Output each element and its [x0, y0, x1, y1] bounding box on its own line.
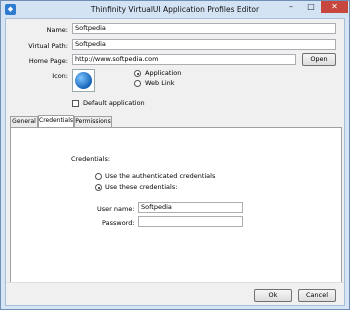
use-these-credentials-label: Use these credentials:: [105, 183, 178, 191]
application-radio-label: Application: [145, 69, 182, 77]
minimize-button[interactable]: –: [281, 1, 301, 13]
use-these-credentials-radio[interactable]: [95, 184, 102, 191]
home-page-label: Home Page:: [28, 57, 68, 65]
close-button[interactable]: ✕: [321, 1, 348, 13]
title-bar[interactable]: ◆ Thinfinity VirtualUI Application Profi…: [1, 1, 349, 18]
profile-icon-picker[interactable]: [72, 69, 95, 92]
default-application-checkbox[interactable]: [72, 100, 79, 107]
name-field[interactable]: Softpedia: [72, 23, 336, 34]
password-field[interactable]: [138, 216, 243, 227]
default-application-label: Default application: [83, 99, 145, 107]
use-authenticated-label: Use the authenticated credentials: [105, 172, 216, 180]
username-label: User name:: [97, 205, 135, 213]
cancel-button[interactable]: Cancel: [298, 289, 336, 302]
use-authenticated-radio[interactable]: [95, 173, 102, 180]
username-field[interactable]: Softpedia: [138, 202, 243, 213]
password-label: Password:: [102, 219, 135, 227]
icon-label: Icon:: [52, 72, 68, 80]
open-button[interactable]: Open: [302, 53, 336, 66]
tab-permissions[interactable]: Permissions: [74, 116, 112, 127]
home-page-field[interactable]: http://www.softpedia.com: [72, 54, 296, 65]
web-link-radio-label: Web Link: [145, 79, 175, 87]
credentials-panel: Credentials: Use the authenticated crede…: [10, 127, 342, 283]
dialog-body: Name: Softpedia Virtual Path: Softpedia …: [5, 18, 345, 306]
virtual-path-label: Virtual Path:: [28, 42, 68, 50]
credentials-heading: Credentials:: [71, 155, 111, 163]
tab-credentials[interactable]: Credentials: [38, 115, 74, 127]
web-link-radio[interactable]: [134, 80, 141, 87]
application-radio[interactable]: [134, 70, 141, 77]
ok-button[interactable]: Ok: [254, 289, 292, 302]
tab-general[interactable]: General: [10, 116, 38, 127]
maximize-button[interactable]: □: [301, 1, 321, 13]
name-label: Name:: [46, 26, 68, 34]
footer-divider: [6, 282, 344, 283]
globe-icon: [75, 72, 92, 89]
virtual-path-field[interactable]: Softpedia: [72, 39, 336, 50]
app-window: ◆ Thinfinity VirtualUI Application Profi…: [0, 0, 350, 310]
